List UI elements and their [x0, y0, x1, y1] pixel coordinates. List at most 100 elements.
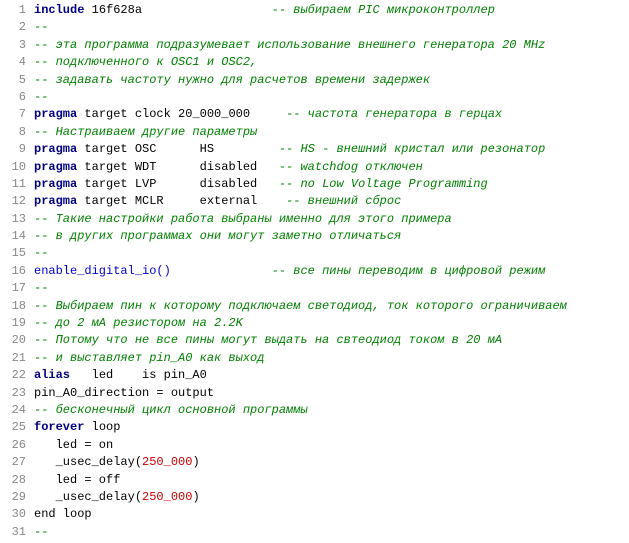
line-number: 29	[4, 489, 26, 506]
line-number: 18	[4, 298, 26, 315]
code-token: -- Потому что не все пины могут выдать н…	[34, 333, 502, 347]
code-token: led is pin_A0	[70, 368, 207, 382]
code-token: 16f628a	[84, 3, 271, 17]
code-line: 23pin_A0_direction = output	[0, 385, 629, 402]
code-token: --	[34, 90, 48, 104]
line-content: -- и выставляет pin_A0 как выход	[34, 350, 625, 367]
line-content: pin_A0_direction = output	[34, 385, 625, 402]
code-token: -- все пины переводим в цифровой режим	[272, 264, 546, 278]
line-number: 28	[4, 472, 26, 489]
code-token: led = off	[34, 473, 120, 487]
code-token: clock	[135, 107, 171, 121]
code-token: -- HS - внешний кристал или резонатор	[279, 142, 545, 156]
line-number: 10	[4, 159, 26, 176]
code-token: -- эта программа подразумевает использов…	[34, 38, 545, 52]
line-content: enable_digital_io() -- все пины переводи…	[34, 263, 625, 280]
code-line: 15--	[0, 245, 629, 262]
line-number: 30	[4, 506, 26, 523]
code-line: 11pragma target LVP disabled -- no Low V…	[0, 176, 629, 193]
code-token: pin_A0_direction = output	[34, 386, 214, 400]
line-content: led = on	[34, 437, 625, 454]
line-content: _usec_delay(250_000)	[34, 454, 625, 471]
line-number: 19	[4, 315, 26, 332]
line-number: 8	[4, 124, 26, 141]
code-token: pragma	[34, 142, 77, 156]
code-token: -- no Low Voltage Programming	[279, 177, 488, 191]
code-token: target	[77, 107, 135, 121]
line-content: pragma target LVP disabled -- no Low Vol…	[34, 176, 625, 193]
line-content: -- Такие настройки работа выбраны именно…	[34, 211, 625, 228]
line-number: 22	[4, 367, 26, 384]
line-number: 2	[4, 19, 26, 36]
code-token: HS	[156, 142, 278, 156]
code-token: -- частота генератора в герцах	[286, 107, 502, 121]
line-number: 7	[4, 106, 26, 123]
line-number: 12	[4, 193, 26, 210]
code-token: --	[34, 525, 48, 539]
line-content: -- задавать частоту нужно для расчетов в…	[34, 72, 625, 89]
code-token: _usec_delay(250_000)	[34, 490, 200, 504]
code-token: external	[164, 194, 286, 208]
line-content: pragma target MCLR external -- внешний с…	[34, 193, 625, 210]
code-token: -- watchdog отключен	[279, 160, 423, 174]
code-editor: 1 include 16f628a -- выбираем PIC микроко…	[0, 0, 629, 543]
code-token: 20_000_000	[171, 107, 286, 121]
line-content: forever loop	[34, 419, 625, 436]
code-line: 9pragma target OSC HS -- HS - внешний кр…	[0, 141, 629, 158]
code-token: -- подключенного к OSC1 и OSC2,	[34, 55, 257, 69]
line-number: 31	[4, 524, 26, 541]
code-token: LVP	[135, 177, 157, 191]
code-token: target	[77, 142, 135, 156]
code-line: 12 pragma target MCLR external -- внешний…	[0, 193, 629, 210]
code-line: 6--	[0, 89, 629, 106]
line-content: --	[34, 89, 625, 106]
code-token: --	[34, 246, 48, 260]
code-token: -- выбираем PIC микроконтроллер	[272, 3, 495, 17]
code-line: 17--	[0, 280, 629, 297]
line-number: 25	[4, 419, 26, 436]
code-line: 13-- Такие настройки работа выбраны имен…	[0, 211, 629, 228]
code-token: -- в других программах они могут заметно…	[34, 229, 401, 243]
line-number: 27	[4, 454, 26, 471]
line-number: 24	[4, 402, 26, 419]
code-line: 3 -- эта программа подразумевает использо…	[0, 37, 629, 54]
code-token: target	[77, 177, 135, 191]
code-token: pragma	[34, 107, 77, 121]
line-content: pragma target WDT disabled -- watchdog о…	[34, 159, 625, 176]
line-number: 1	[4, 2, 26, 19]
line-content: --	[34, 245, 625, 262]
code-line: 4-- подключенного к OSC1 и OSC2,	[0, 54, 629, 71]
code-token: -- внешний сброс	[286, 194, 401, 208]
code-line: 1 include 16f628a -- выбираем PIC микроко…	[0, 2, 629, 19]
code-token: -- задавать частоту нужно для расчетов в…	[34, 73, 430, 87]
line-content: _usec_delay(250_000)	[34, 489, 625, 506]
line-content: alias led is pin_A0	[34, 367, 625, 384]
code-line: 14 -- в других программах они могут замет…	[0, 228, 629, 245]
code-token: pragma	[34, 194, 77, 208]
code-token: pragma	[34, 177, 77, 191]
code-line: 26 led = on	[0, 437, 629, 454]
line-number: 16	[4, 263, 26, 280]
code-line: 28 led = off	[0, 472, 629, 489]
code-token: target	[77, 194, 135, 208]
code-line: 19-- до 2 мА резистором на 2.2K	[0, 315, 629, 332]
code-token: -- бесконечный цикл основной программы	[34, 403, 308, 417]
code-token: -- Такие настройки работа выбраны именно…	[34, 212, 452, 226]
code-token: include	[34, 3, 84, 17]
code-token: forever	[34, 420, 84, 434]
code-token: OSC	[135, 142, 157, 156]
code-token: -- Настраиваем другие параметры	[34, 125, 257, 139]
code-line: 2 --	[0, 19, 629, 36]
line-content: -- Потому что не все пины могут выдать н…	[34, 332, 625, 349]
code-token: pragma	[34, 160, 77, 174]
line-content: pragma target OSC HS -- HS - внешний кри…	[34, 141, 625, 158]
line-number: 3	[4, 37, 26, 54]
code-line: 10 pragma target WDT disabled -- watchdog…	[0, 159, 629, 176]
code-token: --	[34, 20, 48, 34]
code-line: 16 enable_digital_io() -- все пины перево…	[0, 263, 629, 280]
code-line: 5-- задавать частоту нужно для расчетов …	[0, 72, 629, 89]
code-token: MCLR	[135, 194, 164, 208]
code-line: 27 _usec_delay(250_000)	[0, 454, 629, 471]
code-token: alias	[34, 368, 70, 382]
line-number: 14	[4, 228, 26, 245]
